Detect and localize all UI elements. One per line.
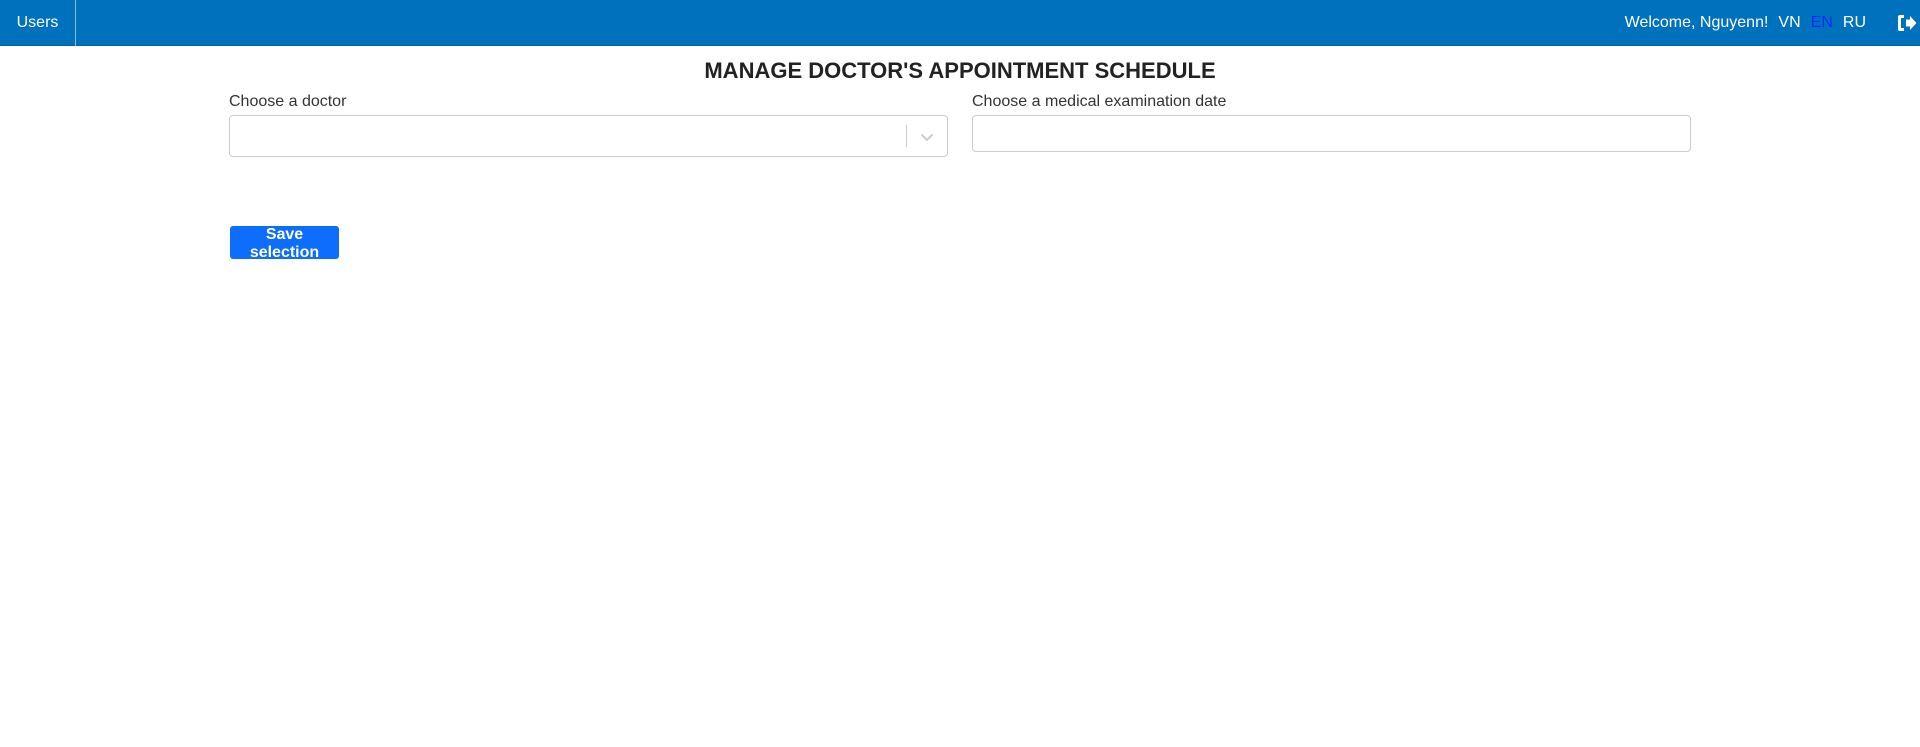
nav-users[interactable]: Users — [0, 0, 76, 46]
save-selection-button[interactable]: Save selection — [230, 226, 339, 261]
welcome-text: Welcome, Nguyenn! — [1624, 14, 1769, 31]
page-title: MANAGE DOCTOR'S APPOINTMENT SCHEDULE — [704, 58, 1216, 83]
sign-out-icon-graphic — [1898, 15, 1917, 31]
language-ru[interactable]: RU — [1843, 14, 1866, 32]
top-navigation-bar: Users Welcome, Nguyenn! VN EN RU — [0, 0, 1920, 46]
doctor-label: Choose a doctor — [229, 93, 347, 110]
header-right-group: Welcome, Nguyenn! VN EN RU — [1625, 0, 1920, 46]
chevron-down-icon[interactable] — [917, 127, 937, 147]
date-label: Choose a medical examination date — [972, 93, 1227, 110]
select-separator — [906, 125, 907, 147]
language-en[interactable]: EN — [1811, 14, 1833, 32]
doctor-select[interactable] — [229, 115, 948, 157]
sign-out-icon[interactable] — [1896, 12, 1918, 34]
language-vn[interactable]: VN — [1778, 14, 1800, 32]
examination-date-input[interactable] — [972, 115, 1691, 152]
